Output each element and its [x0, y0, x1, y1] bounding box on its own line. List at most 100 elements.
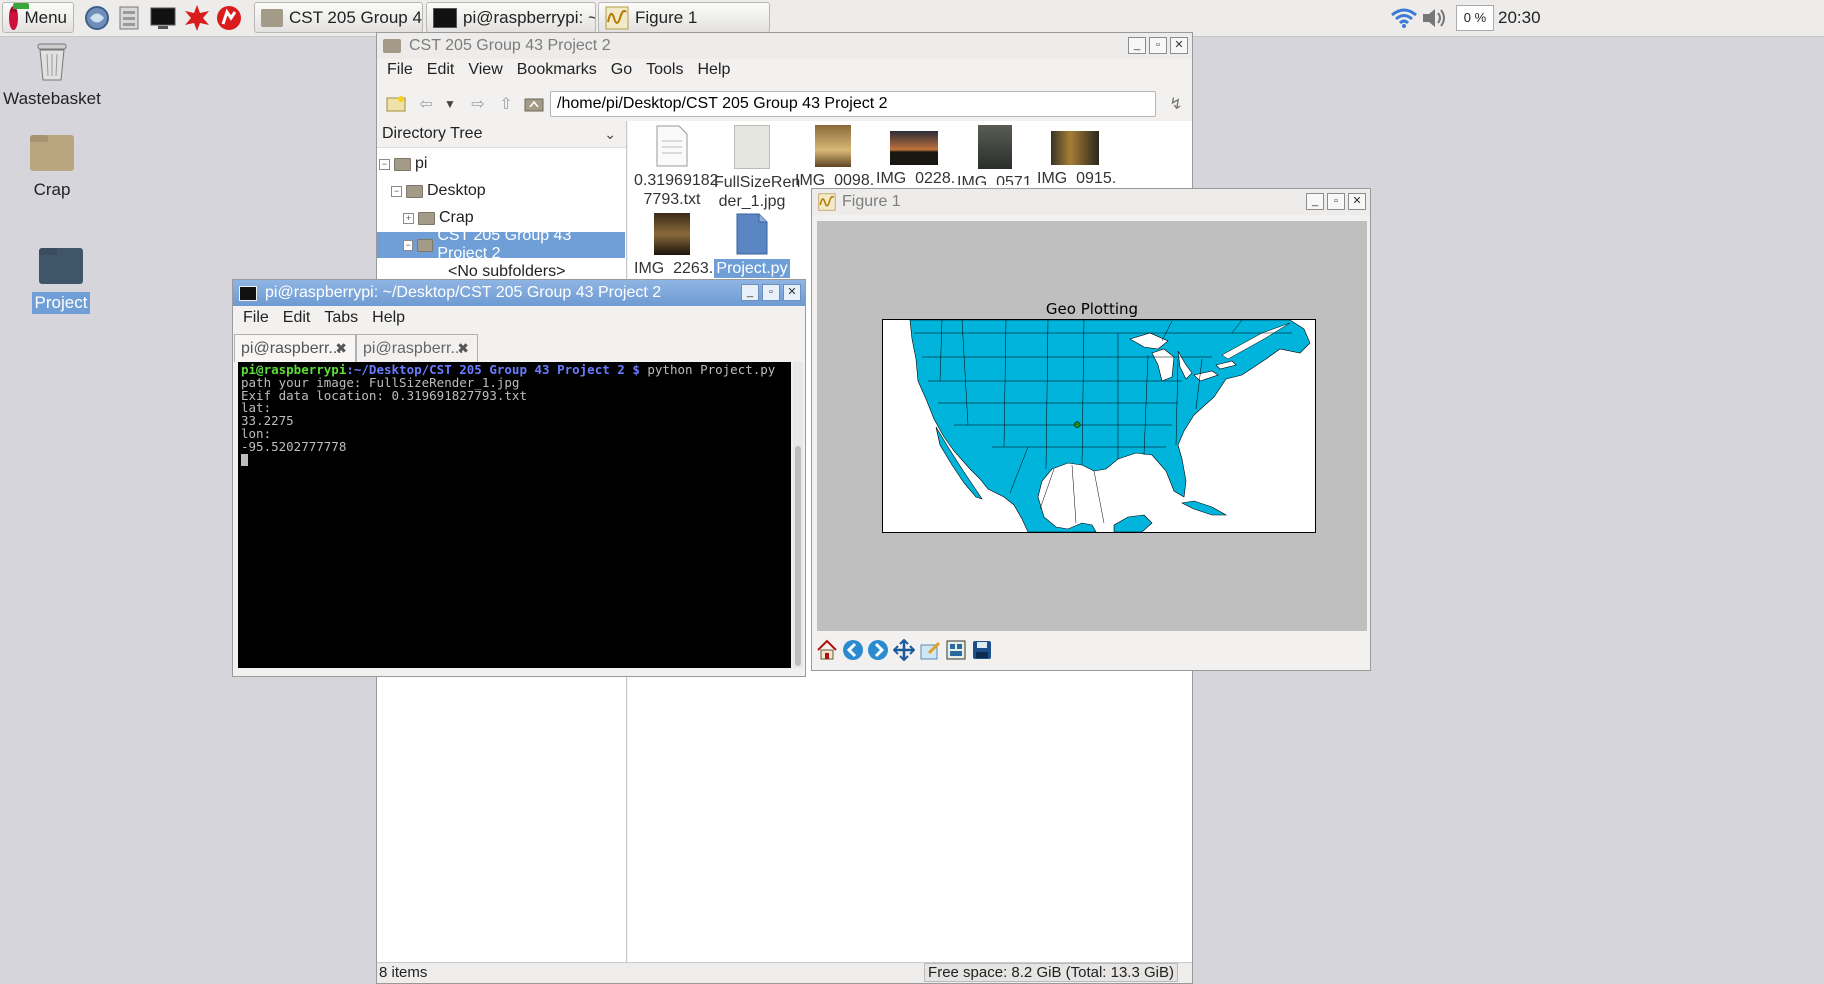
save-icon[interactable]: [971, 639, 993, 661]
task-figure[interactable]: Figure 1: [598, 2, 770, 33]
file-item[interactable]: FullSizeRen der_1.jpg: [712, 125, 800, 211]
close-tab-icon[interactable]: ✖: [457, 340, 469, 357]
scrollbar-thumb[interactable]: [795, 446, 801, 666]
chevron-down-icon[interactable]: ▼: [437, 91, 463, 117]
map-axes[interactable]: [882, 319, 1316, 533]
desktop-icon-label: Wastebasket: [3, 89, 101, 108]
menu-view[interactable]: View: [462, 61, 508, 79]
close-tab-icon[interactable]: ✖: [335, 340, 347, 357]
close-button[interactable]: ✕: [783, 284, 801, 301]
desktop-icon-crap[interactable]: Crap: [0, 135, 112, 201]
figure-canvas[interactable]: Geo Plotting: [817, 221, 1367, 631]
tree-item-pi[interactable]: − pi: [377, 151, 626, 177]
close-button[interactable]: ✕: [1348, 193, 1366, 210]
menu-button[interactable]: Menu: [2, 2, 74, 33]
volume-icon[interactable]: [1420, 0, 1450, 36]
cpu-monitor[interactable]: 0 %: [1456, 0, 1494, 36]
file-name: 7793.txt: [643, 191, 701, 208]
minimize-button[interactable]: _: [1128, 37, 1146, 54]
matplotlib-icon: [818, 193, 836, 211]
file-item[interactable]: IMG_0571.J PG: [955, 125, 1035, 185]
side-pane-header[interactable]: Directory Tree ⌄: [377, 121, 626, 148]
subplots-icon[interactable]: [945, 639, 967, 661]
home-folder-icon[interactable]: [521, 91, 547, 117]
terminal-output[interactable]: pi@raspberrypi:~/Desktop/CST 205 Group 4…: [238, 362, 791, 668]
terminal-icon: [239, 285, 257, 301]
maximize-button[interactable]: ▫: [1149, 37, 1167, 54]
tree-label: Desktop: [427, 182, 486, 199]
file-manager-icon[interactable]: [114, 3, 144, 33]
jump-icon[interactable]: ↯: [1163, 91, 1189, 117]
forward-icon[interactable]: [867, 639, 889, 661]
file-name: Project.py: [714, 259, 790, 278]
matplotlib-icon: [605, 6, 629, 30]
terminal-titlebar[interactable]: pi@raspberrypi: ~/Desktop/CST 205 Group …: [233, 280, 805, 306]
tree-item-desktop[interactable]: − Desktop: [377, 178, 626, 204]
home-icon[interactable]: [816, 639, 838, 661]
expand-icon[interactable]: +: [403, 212, 414, 224]
collapse-icon[interactable]: −: [391, 185, 402, 197]
file-name: IMG_0098.J: [795, 172, 873, 185]
back-icon[interactable]: [842, 639, 864, 661]
file-item[interactable]: IMG_0098.J PG: [793, 125, 873, 185]
menu-label: Menu: [24, 7, 67, 27]
task-file-manager[interactable]: CST 205 Group 43 Pr...: [254, 2, 423, 33]
mathematica-icon[interactable]: [182, 3, 212, 33]
back-arrow-icon[interactable]: ⇦: [413, 91, 439, 117]
path-input[interactable]: [550, 91, 1156, 117]
menu-go[interactable]: Go: [605, 61, 638, 79]
terminal-scrollbar[interactable]: [793, 362, 803, 668]
home-folder-icon: [394, 157, 411, 171]
wifi-icon[interactable]: [1390, 0, 1418, 36]
wolfram-icon[interactable]: [214, 3, 244, 33]
tree-label: pi: [415, 155, 428, 172]
menu-tools[interactable]: Tools: [640, 61, 689, 79]
minimize-button[interactable]: _: [741, 284, 759, 301]
maximize-button[interactable]: ▫: [762, 284, 780, 301]
terminal-tab-2[interactable]: pi@raspberr... ✖: [356, 334, 478, 362]
up-arrow-icon[interactable]: ⇧: [493, 91, 519, 117]
file-item[interactable]: IMG_2263.J PG: [632, 213, 712, 273]
menu-help[interactable]: Help: [691, 61, 736, 79]
web-browser-icon[interactable]: [82, 3, 112, 33]
menu-help[interactable]: Help: [366, 309, 411, 327]
tree-item-project-folder[interactable]: − CST 205 Group 43 Project 2: [377, 227, 625, 262]
file-item-project-py[interactable]: Project.py: [712, 213, 792, 278]
menu-file[interactable]: File: [237, 309, 275, 327]
file-item[interactable]: 0.31969182 7793.txt: [632, 125, 719, 209]
collapse-icon[interactable]: −: [379, 158, 390, 170]
file-manager-titlebar[interactable]: CST 205 Group 43 Project 2 _ ▫ ✕: [377, 33, 1192, 59]
menu-bookmarks[interactable]: Bookmarks: [511, 61, 603, 79]
menu-file[interactable]: File: [381, 61, 419, 79]
trash-icon: [32, 40, 72, 82]
tree-label: CST 205 Group 43 Project 2: [437, 227, 572, 262]
window-title: Figure 1: [842, 193, 901, 210]
figure-titlebar[interactable]: Figure 1 _ ▫ ✕: [812, 189, 1370, 215]
file-item[interactable]: IMG_0915.J PG: [1035, 125, 1115, 185]
location-marker[interactable]: [1073, 421, 1081, 428]
terminal-menubar: File Edit Tabs Help: [233, 305, 805, 331]
menu-tabs[interactable]: Tabs: [318, 309, 364, 327]
clock[interactable]: 20:30: [1498, 0, 1541, 36]
terminal-tab-1[interactable]: pi@raspberr... ✖: [234, 334, 356, 362]
task-terminal[interactable]: pi@raspberrypi: ~/De...: [426, 2, 596, 33]
window-title: pi@raspberrypi: ~/Desktop/CST 205 Group …: [265, 284, 662, 301]
free-space: Free space: 8.2 GiB (Total: 13.3 GiB): [924, 963, 1178, 982]
terminal-launcher-icon[interactable]: [148, 3, 178, 33]
maximize-button[interactable]: ▫: [1327, 193, 1345, 210]
pan-icon[interactable]: [893, 639, 915, 661]
desktop-icon-wastebasket[interactable]: Wastebasket: [0, 40, 112, 110]
chevron-down-icon[interactable]: ⌄: [604, 126, 616, 143]
collapse-icon[interactable]: −: [403, 239, 414, 251]
file-item[interactable]: IMG_0228.J PG: [874, 125, 954, 185]
menu-edit[interactable]: Edit: [277, 309, 317, 327]
menu-edit[interactable]: Edit: [421, 61, 461, 79]
zoom-icon[interactable]: [919, 639, 941, 661]
close-button[interactable]: ✕: [1170, 37, 1188, 54]
forward-arrow-icon[interactable]: ⇨: [465, 91, 491, 117]
minimize-button[interactable]: _: [1306, 193, 1324, 210]
desktop-icon-project[interactable]: Project: [1, 248, 121, 314]
image-thumbnail: [1051, 131, 1099, 165]
new-window-icon[interactable]: [383, 91, 409, 117]
terminal-icon: [433, 7, 457, 28]
